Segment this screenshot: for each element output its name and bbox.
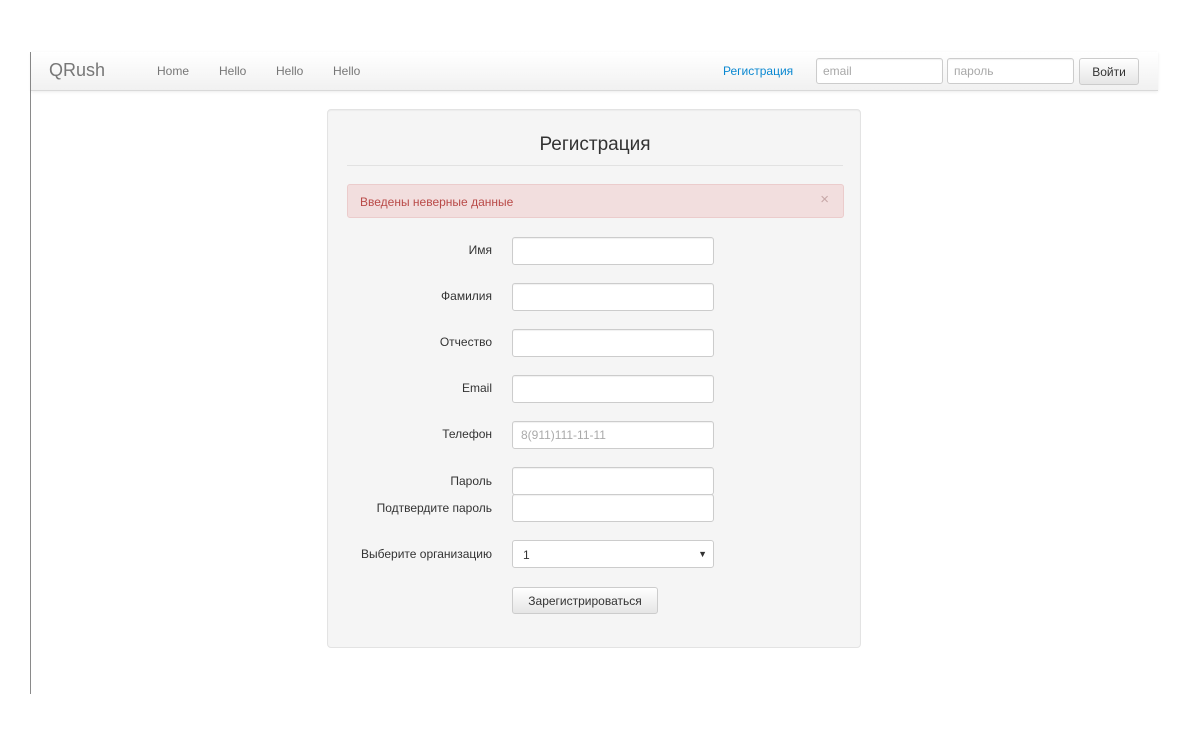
chevron-down-icon: ▼ [698,549,707,559]
password-input[interactable] [512,467,714,495]
page: QRush Home Hello Hello Hello Регистрация… [0,0,1200,732]
nav-link-register[interactable]: Регистрация [723,64,793,78]
last-name-label: Фамилия [441,289,492,303]
page-title: Регистрация [539,134,651,155]
nav-link-hello-2[interactable]: Hello [276,64,303,78]
email-label: Email [461,381,492,395]
password-label: Пароль [450,474,492,488]
login-button[interactable]: Войти [1079,58,1139,85]
error-alert-text: Введены неверные данные [360,195,514,209]
brand-logo[interactable]: QRush [49,60,105,81]
confirm-password-input[interactable] [512,494,714,522]
patronymic-label: Отчество [439,335,492,349]
error-alert: Введены неверные данные × [347,184,844,218]
nav-link-hello-3[interactable]: Hello [333,64,360,78]
first-name-input[interactable] [512,237,714,265]
organization-select[interactable]: 1 ▼ [512,540,714,568]
patronymic-input[interactable] [512,329,714,357]
last-name-input[interactable] [512,283,714,311]
phone-label: Телефон [442,427,492,441]
organization-label: Выберите организацию [360,547,492,561]
phone-input[interactable] [512,421,714,449]
email-field[interactable] [512,375,714,403]
title-divider [347,165,843,166]
login-email-input[interactable] [816,58,943,84]
close-icon[interactable]: × [820,192,829,208]
navbar: QRush Home Hello Hello Hello Регистрация… [31,52,1158,91]
organization-selected-value: 1 [523,548,530,562]
nav-link-hello-1[interactable]: Hello [219,64,246,78]
nav-link-home[interactable]: Home [157,64,189,78]
first-name-label: Имя [468,243,492,257]
registration-panel: Регистрация Введены неверные данные × Им… [327,109,861,648]
confirm-password-label: Подтвердите пароль [376,501,492,515]
left-border-line [30,52,31,694]
login-password-input[interactable] [947,58,1074,84]
register-button[interactable]: Зарегистрироваться [512,587,658,614]
